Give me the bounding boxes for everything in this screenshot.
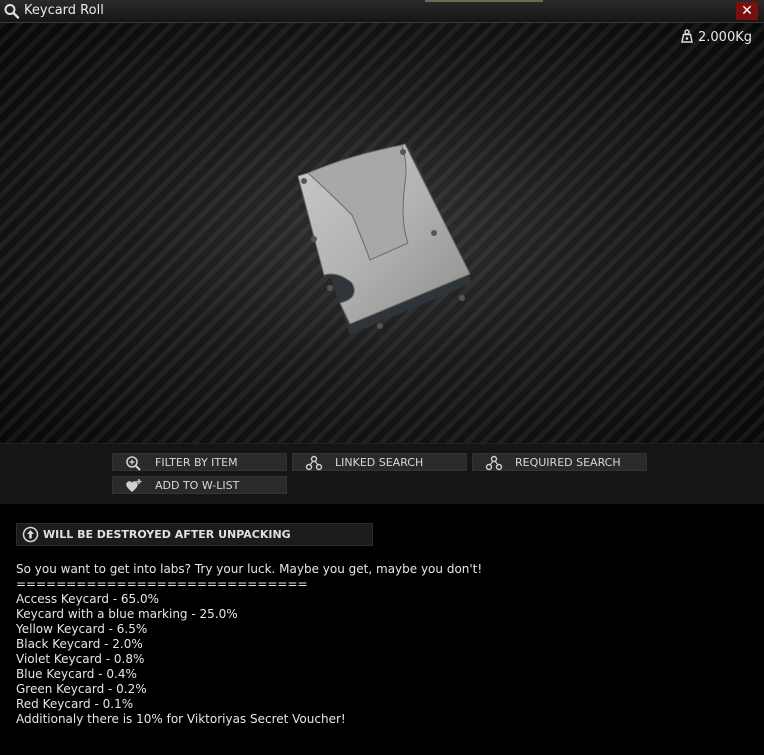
magnifier-icon — [4, 4, 20, 19]
linked-search-label: LINKED SEARCH — [335, 456, 424, 469]
filter-by-item-label: FILTER BY ITEM — [155, 456, 238, 469]
unpack-arrow-icon — [22, 526, 39, 543]
description-line: Additionaly there is 10% for Viktoriyas … — [16, 712, 346, 726]
description-line: Yellow Keycard - 6.5% — [16, 622, 148, 636]
description-line: Blue Keycard - 0.4% — [16, 667, 137, 681]
item-preview: 2.000Kg — [0, 23, 764, 443]
description-line: ============================= — [16, 577, 308, 591]
close-button[interactable]: ✕ — [736, 2, 758, 20]
linked-search-button[interactable]: LINKED SEARCH — [292, 453, 467, 471]
add-to-wishlist-button[interactable]: ADD TO W-LIST — [112, 476, 287, 494]
destroy-notice-badge: WILL BE DESTROYED AFTER UNPACKING — [16, 523, 373, 546]
description-text: So you want to get into labs? Try your l… — [16, 562, 482, 727]
action-bar: FILTER BY ITEM LINKED SEARCH REQUIRED SE… — [0, 443, 764, 504]
description-line: So you want to get into labs? Try your l… — [16, 562, 483, 576]
keycard-roll-image — [297, 143, 472, 335]
description-line: Black Keycard - 2.0% — [16, 637, 143, 651]
add-to-wishlist-label: ADD TO W-LIST — [155, 479, 240, 492]
required-search-label: REQUIRED SEARCH — [515, 456, 621, 469]
description-line: Green Keycard - 0.2% — [16, 682, 147, 696]
required-nodes-icon — [485, 455, 503, 471]
description-line: Access Keycard - 65.0% — [16, 592, 160, 606]
destroy-notice-text: WILL BE DESTROYED AFTER UNPACKING — [43, 528, 291, 541]
description-line: Keycard with a blue marking - 25.0% — [16, 607, 238, 621]
title-bar[interactable]: Keycard Roll ✕ — [0, 0, 764, 23]
item-weight: 2.000Kg — [680, 29, 752, 45]
title-bar-accent — [425, 0, 543, 2]
weight-value: 2.000Kg — [698, 30, 752, 45]
item-inspect-window: Keycard Roll ✕ 2.000Kg FILTER BY ITEM LI… — [0, 0, 764, 755]
filter-search-icon — [126, 456, 141, 471]
weight-icon — [681, 29, 693, 43]
required-search-button[interactable]: REQUIRED SEARCH — [472, 453, 647, 471]
item-description: WILL BE DESTROYED AFTER UNPACKING So you… — [0, 504, 764, 755]
filter-by-item-button[interactable]: FILTER BY ITEM — [112, 453, 287, 471]
window-title: Keycard Roll — [24, 3, 104, 18]
description-line: Red Keycard - 0.1% — [16, 697, 134, 711]
heart-plus-icon — [126, 479, 142, 492]
description-line: Violet Keycard - 0.8% — [16, 652, 145, 666]
linked-nodes-icon — [305, 455, 323, 471]
